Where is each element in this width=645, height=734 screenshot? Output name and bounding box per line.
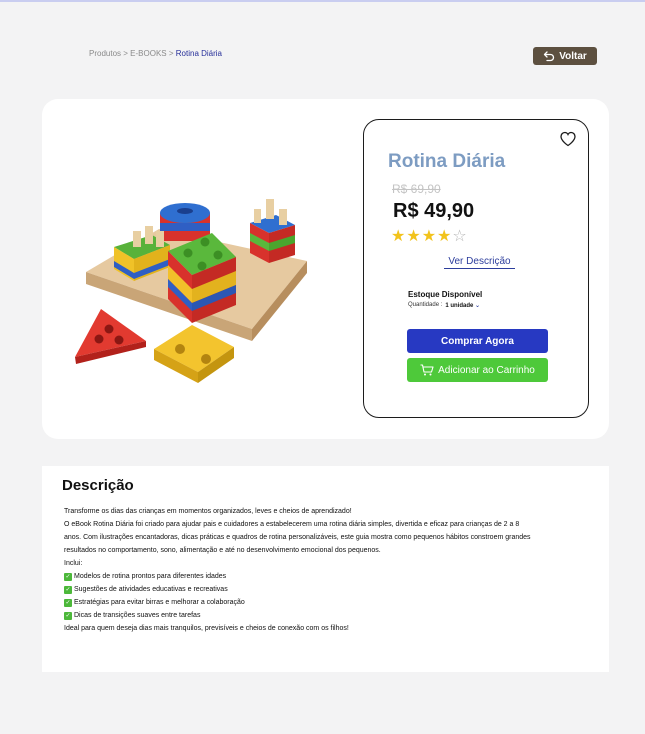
list-item: ✓ Dicas de transições suaves entre taref… — [64, 609, 534, 622]
chevron-down-icon: ⌄ — [475, 303, 481, 309]
add-to-cart-button[interactable]: Adicionar ao Carrinho — [407, 358, 548, 382]
back-arrow-icon — [544, 51, 555, 62]
description-paragraph: Inclui: — [64, 560, 83, 567]
product-card: Rotina Diária R$ 69,90 R$ 49,90 ★★★★☆ Ve… — [42, 99, 609, 439]
list-item-text: Modelos de rotina prontos para diferente… — [74, 573, 227, 580]
star-filled-icon: ★ — [437, 228, 453, 245]
product-image — [75, 199, 307, 383]
current-price: R$ 49,90 — [393, 200, 475, 222]
breadcrumb-separator: > — [168, 49, 174, 58]
add-to-cart-label: Adicionar ao Carrinho — [438, 364, 535, 376]
star-filled-icon: ★ — [421, 228, 438, 245]
quantity-label: Quantidade : — [408, 302, 443, 308]
check-icon: ✓ — [64, 611, 72, 620]
breadcrumb: Produtos > E-BOOKS > Rotina Diária — [89, 49, 222, 58]
buy-now-button[interactable]: Comprar Agora — [407, 329, 548, 353]
old-price: R$ 69,90 — [392, 182, 441, 196]
list-item-text: Sugestões de atividades educativas e rec… — [74, 586, 228, 593]
list-item: ✓ Estratégias para evitar birras e melho… — [64, 596, 534, 609]
description-title: Descrição — [62, 477, 134, 494]
star-filled-icon: ★ — [406, 228, 422, 245]
breadcrumb-item-produtos[interactable]: Produtos — [89, 49, 121, 58]
rating-stars: ★★★★☆ — [391, 226, 468, 246]
star-filled-icon: ★ — [391, 228, 407, 245]
stock-label: Estoque Disponível — [408, 290, 483, 299]
heart-icon[interactable] — [559, 130, 577, 148]
star-empty-icon: ☆ — [452, 228, 468, 245]
list-item-text: Estratégias para evitar birras e melhora… — [74, 599, 245, 606]
description-paragraph: O eBook Rotina Diária foi criado para aj… — [64, 521, 531, 554]
quantity-row: Quantidade : 1 unidade ⌄ — [408, 302, 480, 309]
shopping-cart-icon — [420, 364, 434, 376]
check-icon: ✓ — [64, 572, 72, 581]
breadcrumb-separator: > — [123, 49, 128, 58]
product-title: Rotina Diária — [388, 151, 506, 172]
product-info-panel: Rotina Diária R$ 69,90 R$ 49,90 ★★★★☆ Ve… — [363, 119, 589, 418]
breadcrumb-current: Rotina Diária — [175, 49, 223, 58]
quantity-select[interactable]: 1 unidade ⌄ — [445, 302, 480, 309]
top-accent-line — [0, 0, 645, 2]
quantity-value: 1 unidade — [445, 303, 474, 309]
check-icon: ✓ — [64, 585, 72, 594]
list-item-text: Dicas de transições suaves entre tarefas — [74, 612, 201, 619]
list-item: ✓ Sugestões de atividades educativas e r… — [64, 583, 534, 596]
back-button-label: Voltar — [559, 50, 587, 62]
check-icon: ✓ — [64, 598, 72, 607]
breadcrumb-item-ebooks[interactable]: E-BOOKS — [130, 49, 166, 58]
list-item: ✓ Modelos de rotina prontos para diferen… — [64, 570, 534, 583]
back-button[interactable]: Voltar — [533, 47, 597, 65]
description-closing: Ideal para quem deseja dias mais tranqui… — [64, 625, 349, 632]
description-paragraph: Transforme os dias das crianças em momen… — [64, 508, 352, 515]
description-section: Descrição Transforme os dias das criança… — [42, 466, 609, 672]
description-body: Transforme os dias das crianças em momen… — [64, 505, 534, 635]
view-description-link[interactable]: Ver Descrição — [444, 256, 515, 269]
